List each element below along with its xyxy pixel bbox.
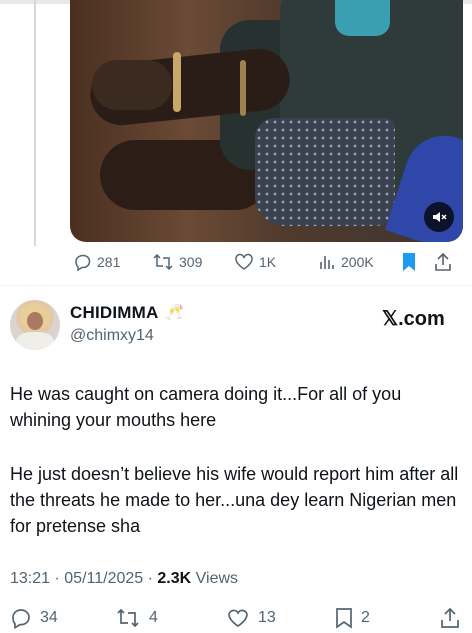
repost-icon: [117, 608, 139, 628]
thread-line: [34, 0, 36, 246]
reply-button[interactable]: 34: [10, 604, 58, 632]
repost-button[interactable]: 4: [115, 604, 158, 632]
like-count: 1K: [259, 254, 277, 270]
clinking-glasses-emoji: 🥂: [165, 304, 184, 321]
post-paragraph: He just doesn’t believe his wife would r…: [10, 464, 459, 536]
video-frame-part: [173, 52, 181, 112]
views-count: 200K: [341, 254, 374, 270]
like-button[interactable]: 1K: [234, 250, 276, 274]
analytics-icon: [320, 256, 334, 269]
avatar-part: [27, 312, 43, 330]
post-action-bar: 34 4 13 2: [0, 604, 472, 632]
share-button[interactable]: [440, 604, 460, 632]
share-icon: [435, 252, 451, 271]
bookmark-button[interactable]: 2: [335, 604, 370, 632]
divider: [0, 285, 472, 286]
repost-count: 4: [149, 609, 158, 626]
meta-separator: ·: [54, 570, 60, 587]
heart-icon: [235, 253, 253, 270]
video-frame-part: [92, 60, 172, 110]
reply-count: 281: [97, 254, 121, 270]
share-icon: [441, 607, 459, 628]
bookmark-icon: [336, 608, 352, 629]
x-brand-watermark: 𝕏.com: [382, 308, 445, 330]
like-button[interactable]: 13: [226, 604, 276, 632]
post-date[interactable]: 05/11/2025: [64, 570, 143, 587]
views-button[interactable]: 200K: [318, 250, 374, 274]
reply-icon: [12, 609, 30, 629]
repost-button[interactable]: 309: [152, 250, 202, 274]
reply-button[interactable]: 281: [74, 250, 120, 274]
post-views-count: 2.3K: [157, 570, 192, 587]
post-time[interactable]: 13:21: [10, 570, 50, 587]
author-handle[interactable]: @chimxy14: [70, 327, 154, 345]
avatar[interactable]: [10, 300, 60, 350]
meta-separator: ·: [147, 570, 153, 587]
post-views-label: Views: [195, 570, 239, 587]
quoted-action-bar: 281 309 1K 200K: [74, 250, 464, 274]
muted-speaker-icon[interactable]: [424, 202, 454, 232]
post-meta: 13:21 · 05/11/2025 · 2.3K Views: [10, 570, 238, 588]
bookmark-count: 2: [361, 609, 370, 626]
video-frame-part: [255, 118, 395, 226]
author-display-name[interactable]: CHIDIMMA: [70, 303, 158, 323]
heart-icon: [228, 609, 248, 627]
share-button[interactable]: [434, 250, 452, 274]
avatar-part: [16, 332, 54, 350]
repost-count: 309: [179, 254, 203, 270]
post-paragraph: He was caught on camera doing it...For a…: [10, 384, 402, 430]
reply-icon: [75, 254, 91, 271]
video-frame-part: [240, 60, 246, 116]
like-count: 13: [258, 609, 276, 626]
repost-icon: [153, 253, 173, 271]
bookmark-button[interactable]: [401, 250, 417, 274]
embedded-video[interactable]: [70, 0, 463, 242]
reply-count: 34: [40, 609, 58, 626]
bookmark-filled-icon: [403, 253, 415, 271]
video-frame-part: [335, 0, 390, 36]
